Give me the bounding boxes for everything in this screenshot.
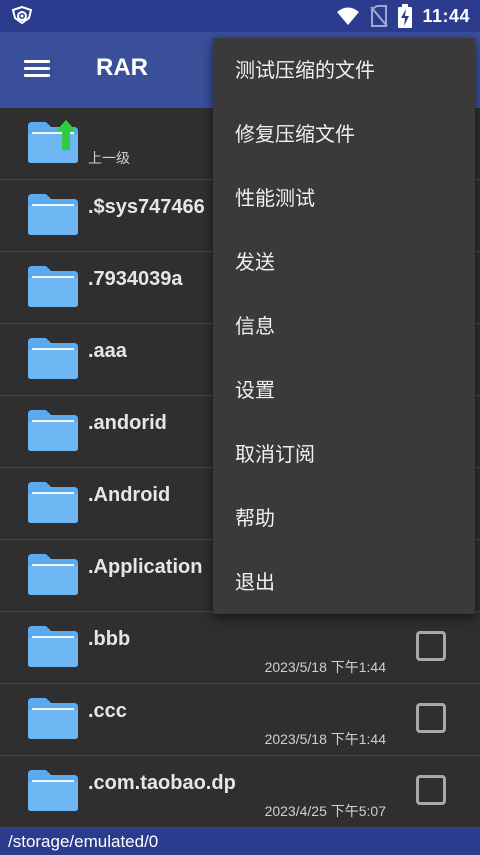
parent-folder-label: 上一级	[88, 151, 130, 167]
file-row[interactable]: .com.taobao.dp 2023/4/25 下午5:07	[0, 756, 480, 828]
file-name: .Application	[88, 556, 203, 578]
menu-item-help[interactable]: 帮助	[213, 486, 475, 550]
folder-icon	[28, 626, 78, 667]
select-checkbox[interactable]	[416, 775, 446, 805]
folder-icon	[28, 338, 78, 379]
file-date: 2023/5/18 下午1:44	[264, 731, 386, 747]
clock: 11:44	[422, 5, 470, 26]
folder-icon	[28, 770, 78, 811]
file-date: 2023/5/18 下午1:44	[264, 659, 386, 675]
file-name: .aaa	[88, 340, 127, 362]
file-name: .$sys747466	[88, 196, 205, 218]
path-bar: /storage/emulated/0	[0, 828, 480, 855]
menu-item-settings[interactable]: 设置	[213, 358, 475, 422]
notification-icon	[11, 6, 33, 25]
file-name: .com.taobao.dp	[88, 772, 236, 794]
hamburger-menu-icon[interactable]	[24, 56, 50, 80]
menu-item-exit[interactable]: 退出	[213, 550, 475, 614]
folder-icon	[28, 266, 78, 307]
no-sim-icon	[370, 5, 389, 27]
menu-item-benchmark[interactable]: 性能测试	[213, 166, 475, 230]
folder-icon	[28, 554, 78, 595]
file-name: .ccc	[88, 700, 127, 722]
menu-item-send[interactable]: 发送	[213, 230, 475, 294]
select-checkbox[interactable]	[416, 631, 446, 661]
file-name: .bbb	[88, 628, 131, 650]
file-row[interactable]: .bbb 2023/5/18 下午1:44	[0, 612, 480, 684]
menu-item-test-archive[interactable]: 测试压缩的文件	[213, 38, 475, 102]
file-name: .andorid	[88, 412, 167, 434]
file-name: .Android	[88, 484, 171, 506]
file-date: 2023/4/25 下午5:07	[264, 803, 386, 819]
menu-item-repair-archive[interactable]: 修复压缩文件	[213, 102, 475, 166]
battery-charging-icon	[398, 4, 413, 28]
file-name: .7934039a	[88, 268, 183, 290]
select-checkbox[interactable]	[416, 703, 446, 733]
folder-icon	[28, 194, 78, 235]
folder-icon	[28, 698, 78, 739]
folder-icon	[28, 482, 78, 523]
menu-item-info[interactable]: 信息	[213, 294, 475, 358]
wifi-icon	[337, 7, 360, 25]
file-row[interactable]: .ccc 2023/5/18 下午1:44	[0, 684, 480, 756]
folder-icon	[28, 410, 78, 451]
folder-up-icon	[28, 120, 78, 163]
menu-item-unsubscribe[interactable]: 取消订阅	[213, 422, 475, 486]
status-bar: 11:44	[0, 0, 480, 32]
app-title: RAR	[96, 54, 148, 81]
overflow-menu: 测试压缩的文件 修复压缩文件 性能测试 发送 信息 设置 取消订阅 帮助 退出	[213, 38, 475, 614]
